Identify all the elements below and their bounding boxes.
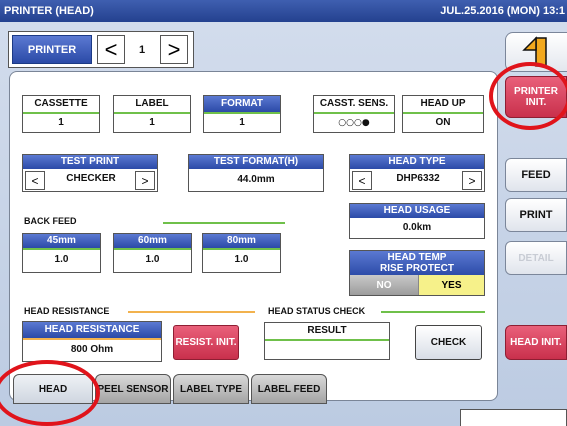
chevron-right-icon: > <box>141 173 149 188</box>
head-status-result-label: RESULT <box>307 325 347 336</box>
label-value: 1 <box>149 117 155 128</box>
head-status-divider <box>381 311 485 313</box>
cassette-label: CASSETTE <box>34 98 88 109</box>
cassette-sensor-indicators: ○○○● <box>338 118 370 128</box>
head-type-next-button[interactable]: > <box>462 171 482 190</box>
format-box[interactable]: FORMAT 1 <box>203 95 281 133</box>
head-up-value: ON <box>435 117 451 128</box>
head-resistance-section-title: HEAD RESISTANCE <box>24 306 110 316</box>
head-resistance-box: HEAD RESISTANCE 800 Ohm <box>22 321 162 362</box>
head-temp-yes-option[interactable]: YES <box>418 275 484 295</box>
back-feed-45mm-value: 1.0 <box>54 254 69 265</box>
back-feed-80mm-value: 1.0 <box>234 254 249 265</box>
back-feed-80mm[interactable]: 80mm 1.0 <box>202 233 281 273</box>
head-temp-label-line1: HEAD TEMP <box>387 252 447 263</box>
back-feed-60mm[interactable]: 60mm 1.0 <box>113 233 192 273</box>
head-usage-box[interactable]: HEAD USAGE 0.0km <box>349 203 485 239</box>
back-feed-45mm-label: 45mm <box>23 234 100 248</box>
head-usage-value: 0.0km <box>402 222 432 233</box>
title-bar: PRINTER (HEAD) JUL.25.2016 (MON) 13:1 <box>0 0 567 22</box>
printer-label: PRINTER <box>12 35 92 64</box>
test-print-label: TEST PRINT <box>23 155 157 169</box>
next-printer-button[interactable]: > <box>160 35 188 64</box>
head-up-box: HEAD UP ON <box>402 95 484 133</box>
back-feed-divider <box>163 222 285 224</box>
head-resistance-label: HEAD RESISTANCE <box>23 322 161 338</box>
cassette-value: 1 <box>58 117 64 128</box>
printer-selector: PRINTER < 1 > <box>8 31 194 68</box>
status-field <box>460 409 567 426</box>
cassette-box: CASSETTE 1 <box>22 95 100 133</box>
chevron-left-icon: < <box>358 173 366 188</box>
test-format-value: 44.0mm <box>237 174 275 185</box>
cassette-sensor-label: CASST. SENS. <box>319 98 389 109</box>
head-temp-label: HEAD TEMP RISE PROTECT <box>350 251 484 276</box>
test-print-value: CHECKER <box>66 173 116 184</box>
head-type-prev-button[interactable]: < <box>352 171 372 190</box>
head-type-box: HEAD TYPE < DHP6332 > <box>349 154 485 192</box>
back-feed-60mm-label: 60mm <box>114 234 191 248</box>
prev-printer-button[interactable]: < <box>97 35 125 64</box>
detail-button[interactable]: DETAIL <box>505 241 567 275</box>
test-print-next-button[interactable]: > <box>135 171 155 190</box>
head-usage-label: HEAD USAGE <box>350 204 484 218</box>
format-label: FORMAT <box>204 96 280 112</box>
datetime: JUL.25.2016 (MON) 13:1 <box>440 5 565 17</box>
back-feed-45mm[interactable]: 45mm 1.0 <box>22 233 101 273</box>
format-value: 1 <box>239 117 245 128</box>
head-temp-rise-protect: HEAD TEMP RISE PROTECT NO YES <box>349 250 485 296</box>
tab-peel-sensor[interactable]: PEEL SENSOR <box>95 374 171 404</box>
head-up-label: HEAD UP <box>420 98 466 109</box>
head-status-section-title: HEAD STATUS CHECK <box>268 306 366 316</box>
cassette-sensor-box: CASST. SENS. ○○○● <box>313 95 395 133</box>
print-button[interactable]: PRINT <box>505 198 567 232</box>
test-print-prev-button[interactable]: < <box>25 171 45 190</box>
resist-init-button[interactable]: RESIST. INIT. <box>173 325 239 360</box>
head-temp-label-line2: RISE PROTECT <box>380 263 454 274</box>
back-feed-60mm-value: 1.0 <box>145 254 160 265</box>
head-resistance-divider <box>128 311 255 313</box>
chevron-right-icon: > <box>468 173 476 188</box>
label-label: LABEL <box>135 98 169 109</box>
head-init-button[interactable]: HEAD INIT. <box>505 325 567 360</box>
test-print-box: TEST PRINT < CHECKER > <box>22 154 158 192</box>
printer-number: 1 <box>138 43 146 56</box>
head-type-value: DHP6332 <box>396 173 440 184</box>
head-status-result-box: RESULT <box>264 322 390 360</box>
chevron-left-icon: < <box>104 36 118 62</box>
head-resistance-value: 800 Ohm <box>70 344 114 355</box>
chevron-left-icon: < <box>31 173 39 188</box>
back-feed-title: BACK FEED <box>24 216 77 226</box>
head-type-label: HEAD TYPE <box>350 155 484 169</box>
feed-button[interactable]: FEED <box>505 158 567 192</box>
tab-label-feed[interactable]: LABEL FEED <box>251 374 327 404</box>
chevron-right-icon: > <box>167 36 181 62</box>
head-temp-no-option[interactable]: NO <box>350 275 418 295</box>
label-box: LABEL 1 <box>113 95 191 133</box>
tab-label-type[interactable]: LABEL TYPE <box>173 374 249 404</box>
window-title: PRINTER (HEAD) <box>4 5 94 17</box>
test-format-label: TEST FORMAT(H) <box>189 155 323 169</box>
check-button[interactable]: CHECK <box>415 325 482 360</box>
divider <box>265 339 389 341</box>
back-feed-80mm-label: 80mm <box>203 234 280 248</box>
annotation-circle <box>489 62 567 130</box>
test-format-box[interactable]: TEST FORMAT(H) 44.0mm <box>188 154 324 192</box>
